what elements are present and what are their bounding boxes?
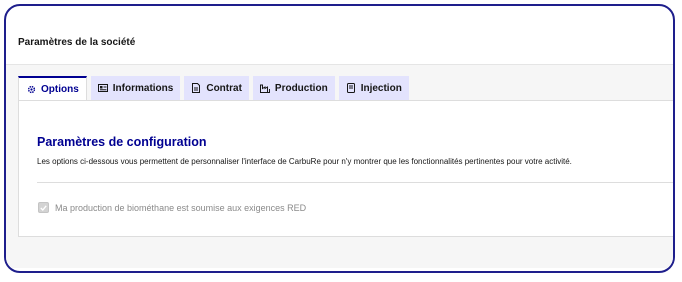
checkbox-label: Ma production de biométhane est soumise … <box>55 202 307 213</box>
tab-label: Production <box>274 82 328 94</box>
red-requirement-checkbox[interactable] <box>38 202 49 213</box>
tab-label: Options <box>41 84 79 95</box>
section-title: Paramètres de configuration <box>37 135 207 149</box>
tab-options[interactable]: Options <box>18 76 87 101</box>
tab-production[interactable]: Production <box>252 76 335 100</box>
page-title: Paramètres de la société <box>18 37 136 48</box>
document-icon <box>191 83 201 93</box>
id-card-icon <box>97 83 108 93</box>
settings-window: Paramètres de la société Options Informa… <box>4 4 675 273</box>
tab-label: Contrat <box>206 82 242 94</box>
plug-icon <box>346 83 356 93</box>
tab-bar: Options Informations Contrat Production … <box>18 76 409 101</box>
tab-informations[interactable]: Informations <box>90 76 181 100</box>
tab-label: Informations <box>112 82 174 94</box>
checkmark-icon <box>40 204 47 211</box>
tab-label: Injection <box>360 82 402 94</box>
factory-icon <box>259 83 270 93</box>
gear-icon <box>26 85 36 95</box>
section-description: Les options ci-dessous vous permettent d… <box>37 157 572 166</box>
tab-contrat[interactable]: Contrat <box>184 76 249 100</box>
divider <box>37 182 673 183</box>
red-requirement-option: Ma production de biométhane est soumise … <box>38 202 306 213</box>
tab-injection[interactable]: Injection <box>338 76 409 100</box>
options-panel: Paramètres de configuration Les options … <box>18 100 673 237</box>
